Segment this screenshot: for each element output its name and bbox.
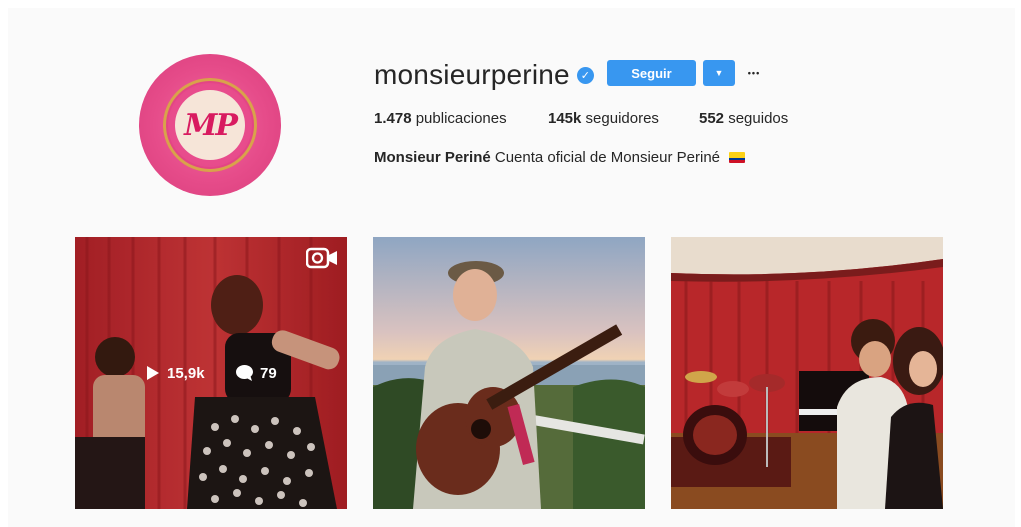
avatar-inner: MP — [175, 90, 245, 160]
post-2-image — [373, 237, 645, 509]
followers-stat[interactable]: 145k seguidores — [548, 110, 659, 127]
suggestions-dropdown-button[interactable]: ▼ — [703, 60, 735, 86]
follow-button[interactable]: Seguir — [607, 60, 696, 86]
post-thumbnail-3[interactable] — [671, 237, 943, 509]
video-camera-icon — [306, 247, 337, 269]
profile-username: monsieurperine — [374, 59, 570, 90]
post-thumbnail-2[interactable] — [373, 237, 645, 509]
followers-label: seguidores — [585, 110, 659, 127]
following-count: 552 — [699, 110, 725, 127]
posts-count: 1.478 — [374, 110, 412, 127]
post-3-image — [671, 237, 943, 509]
profile-avatar[interactable]: MP — [139, 54, 281, 196]
following-label: seguidos — [728, 110, 789, 127]
posts-label: publicaciones — [415, 110, 507, 127]
username-row: monsieurperine ✓ — [374, 58, 594, 92]
profile-bio: Monsieur Periné Cuenta oficial de Monsie… — [374, 149, 746, 166]
ellipsis-icon: ••• — [747, 68, 761, 78]
window-frame-left — [0, 0, 8, 527]
more-options-button[interactable]: ••• — [744, 60, 764, 86]
avatar-monogram: MP — [184, 107, 238, 143]
posts-stat: 1.478 publicaciones — [374, 110, 507, 127]
bio-text: Cuenta oficial de Monsieur Periné — [494, 149, 720, 166]
post-1-image — [75, 237, 347, 509]
views-count: 15,9k — [167, 364, 205, 382]
followers-count: 145k — [548, 110, 582, 127]
following-stat[interactable]: 552 seguidos — [699, 110, 788, 127]
verified-badge-icon: ✓ — [576, 66, 594, 84]
post-thumbnail-1[interactable] — [75, 237, 347, 509]
post-1-views: 15,9k — [146, 362, 205, 384]
window-frame-top — [0, 0, 1021, 8]
colombia-flag-icon — [729, 152, 746, 163]
comment-bubble-icon — [236, 365, 253, 381]
chevron-down-icon: ▼ — [714, 68, 724, 78]
comments-count: 79 — [260, 364, 277, 382]
bio-name: Monsieur Periné — [374, 149, 491, 166]
post-1-comments: 79 — [235, 362, 277, 384]
play-icon — [147, 366, 159, 380]
window-frame-right — [1015, 0, 1021, 527]
